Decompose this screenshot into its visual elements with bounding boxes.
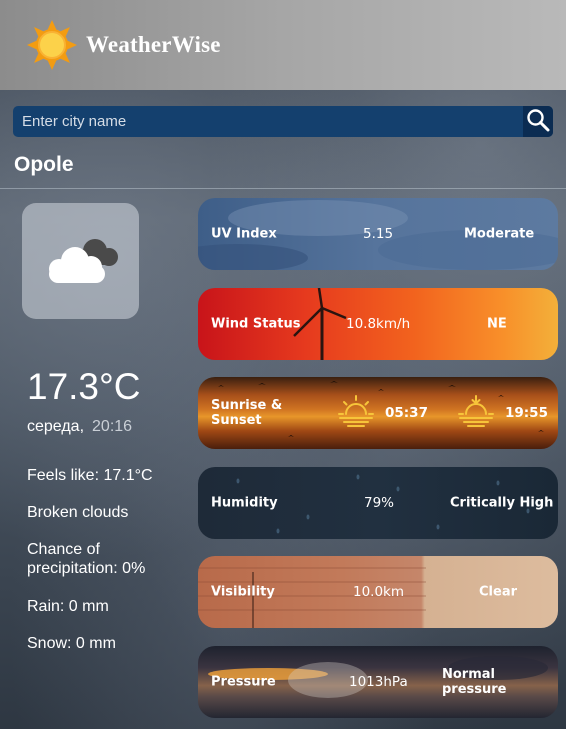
sunrise-label-line-2: Sunset [211, 413, 262, 428]
wind-speed: 10.8km/h [346, 316, 411, 332]
humidity-label: Humidity [211, 495, 278, 511]
sunrise-sunset-label: Sunrise & Sunset [211, 398, 282, 428]
pressure-label: Pressure [211, 674, 276, 690]
wind-direction: NE [487, 316, 507, 332]
search-input[interactable] [13, 106, 523, 137]
city-name: Opole [14, 153, 74, 176]
visibility-status: Clear [479, 584, 517, 600]
snow-amount: Snow: 0 mm [27, 635, 116, 652]
pressure-status: Normal pressure [442, 667, 507, 697]
day-name: середа, [27, 418, 85, 435]
weather-description: Broken clouds [27, 504, 129, 521]
current-temperature: 17.3°C [27, 366, 141, 407]
uv-status: Moderate [464, 226, 535, 242]
sunrise-icon [337, 394, 375, 432]
wind-status-card: Wind Status 10.8km/h NE [198, 288, 558, 360]
search-button[interactable] [523, 106, 553, 137]
search-bar [13, 106, 553, 137]
visibility-label: Visibility [211, 584, 275, 600]
sunset-icon [457, 394, 495, 432]
sun-icon [26, 19, 78, 71]
app-header: WeatherWise [0, 0, 566, 90]
weather-icon-card [22, 203, 139, 319]
visibility-card: Visibility 10.0km Clear [198, 556, 558, 628]
broken-clouds-icon [39, 231, 123, 292]
wind-label: Wind Status [211, 316, 301, 332]
sunset-time: 19:55 [505, 405, 548, 421]
uv-label: UV Index [211, 226, 277, 242]
search-icon [526, 108, 550, 135]
current-time: 20:16 [92, 418, 133, 435]
precipitation-line-2: precipitation: 0% [27, 560, 146, 577]
pressure-value: 1013hPa [349, 674, 408, 690]
sunrise-time: 05:37 [385, 405, 428, 421]
humidity-card: Humidity 79% Critically High [198, 467, 558, 539]
pressure-card: Pressure 1013hPa Normal pressure [198, 646, 558, 718]
date-time: середа, 20:16 [27, 418, 132, 436]
precipitation-line-1: Chance of [27, 541, 100, 558]
humidity-value: 79% [364, 495, 395, 511]
app-title: WeatherWise [86, 32, 221, 57]
precipitation-chance: Chance of precipitation: 0% [27, 540, 145, 578]
feels-like: Feels like: 17.1°C [27, 467, 153, 484]
uv-index-card: UV Index 5.15 Moderate [198, 198, 558, 270]
visibility-value: 10.0km [353, 584, 405, 600]
sunrise-label-line-1: Sunrise & [211, 398, 283, 413]
divider [0, 188, 566, 189]
humidity-status: Critically High [450, 495, 554, 511]
uv-value: 5.15 [363, 226, 394, 242]
rain-amount: Rain: 0 mm [27, 598, 109, 615]
sunrise-sunset-card: Sunrise & Sunset 05:37 19:55 [198, 377, 558, 449]
